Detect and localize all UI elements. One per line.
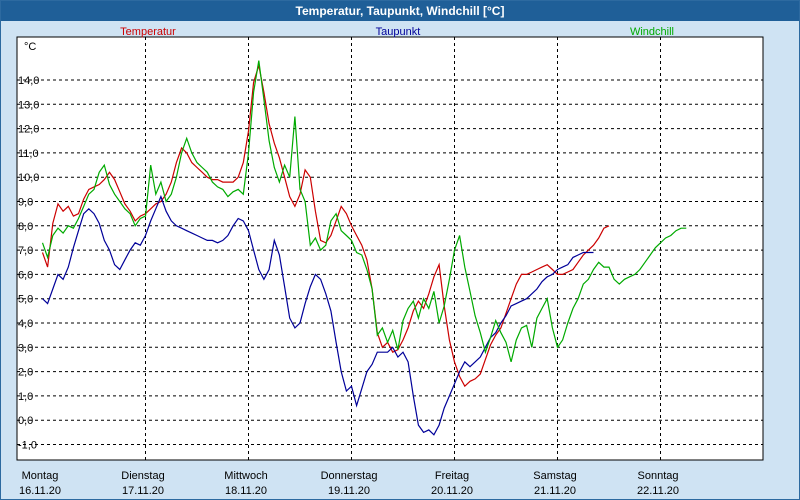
y-tick-label: -1,0 [18, 440, 37, 452]
x-day-label: Freitag [435, 470, 469, 482]
x-date-label: 22.11.20 [637, 485, 679, 497]
x-date-label: 20.11.20 [431, 485, 473, 497]
legend-item-taupunkt: Taupunkt [376, 26, 421, 38]
y-tick-label: 13,0 [18, 99, 39, 111]
y-tick-label: 7,0 [18, 245, 33, 257]
x-day-label: Montag [22, 470, 59, 482]
y-tick-label: 0,0 [18, 415, 33, 427]
y-tick-label: 8,0 [18, 221, 33, 233]
y-tick-label: 9,0 [18, 197, 33, 209]
y-tick-label: 3,0 [18, 342, 33, 354]
legend-item-windchill: Windchill [630, 26, 674, 38]
x-axis: Montag 16.11.20 Dienstag 17.11.20 Mittwoch 18… [19, 470, 679, 497]
x-date-label: 17.11.20 [122, 485, 164, 497]
x-day-label: Mittwoch [224, 470, 267, 482]
legend-item-temperatur: Temperatur [120, 26, 176, 38]
y-tick-label: 6,0 [18, 269, 33, 281]
plot-area [16, 36, 764, 461]
x-date-label: 16.11.20 [19, 485, 61, 497]
x-day-label: Samstag [533, 470, 576, 482]
y-tick-label: 1,0 [18, 391, 33, 403]
x-day-label: Dienstag [121, 470, 164, 482]
y-axis-label: °C [24, 41, 36, 53]
x-day-label: Sonntag [638, 470, 679, 482]
y-tick-label: 11,0 [18, 148, 39, 160]
y-tick-label: 12,0 [18, 124, 39, 136]
x-day-label: Donnerstag [321, 470, 378, 482]
legend: Temperatur Taupunkt Windchill [120, 26, 674, 38]
y-tick-label: 10,0 [18, 172, 39, 184]
x-date-label: 18.11.20 [225, 485, 267, 497]
line-chart: 14,0 13,0 12,0 11,0 10,0 9,0 8,0 7,0 6,0 5,0 4,0 3,… [16, 26, 764, 497]
x-date-label: 19.11.20 [328, 485, 370, 497]
y-tick-label: 4,0 [18, 318, 33, 330]
y-tick-label: 5,0 [18, 294, 33, 306]
x-date-label: 21.11.20 [534, 485, 576, 497]
y-tick-label: 2,0 [18, 367, 33, 379]
y-tick-label: 14,0 [18, 75, 39, 87]
